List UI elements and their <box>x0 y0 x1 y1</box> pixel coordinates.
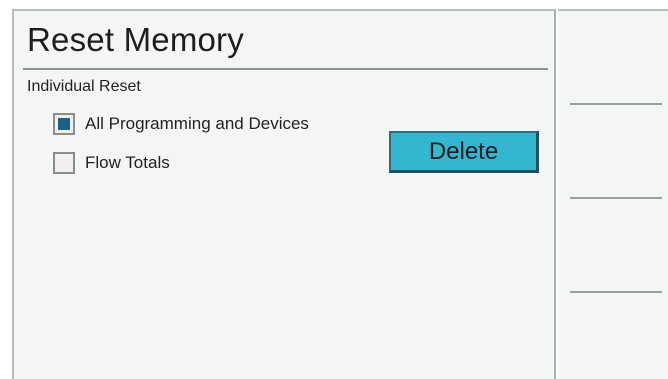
reset-memory-panel: Reset Memory Individual Reset All Progra… <box>12 9 556 379</box>
option-label: All Programming and Devices <box>85 114 309 133</box>
option-all-programming-and-devices[interactable]: All Programming and Devices <box>53 111 309 137</box>
checkbox-checked[interactable] <box>53 113 75 135</box>
softkey-2[interactable] <box>558 105 668 199</box>
softkey-panel <box>558 9 668 379</box>
softkey-1[interactable] <box>558 11 668 105</box>
page-title: Reset Memory <box>27 21 244 58</box>
option-label: Flow Totals <box>85 153 170 172</box>
checkbox-check-mark <box>58 118 70 130</box>
title-divider <box>23 68 548 70</box>
controller-screen: Reset Memory Individual Reset All Progra… <box>0 0 668 379</box>
checkbox-unchecked[interactable] <box>53 152 75 174</box>
softkey-4[interactable] <box>558 293 668 379</box>
option-flow-totals[interactable]: Flow Totals <box>53 150 170 176</box>
section-label: Individual Reset <box>27 78 141 95</box>
delete-button[interactable]: Delete <box>389 131 539 173</box>
softkey-3[interactable] <box>558 199 668 293</box>
